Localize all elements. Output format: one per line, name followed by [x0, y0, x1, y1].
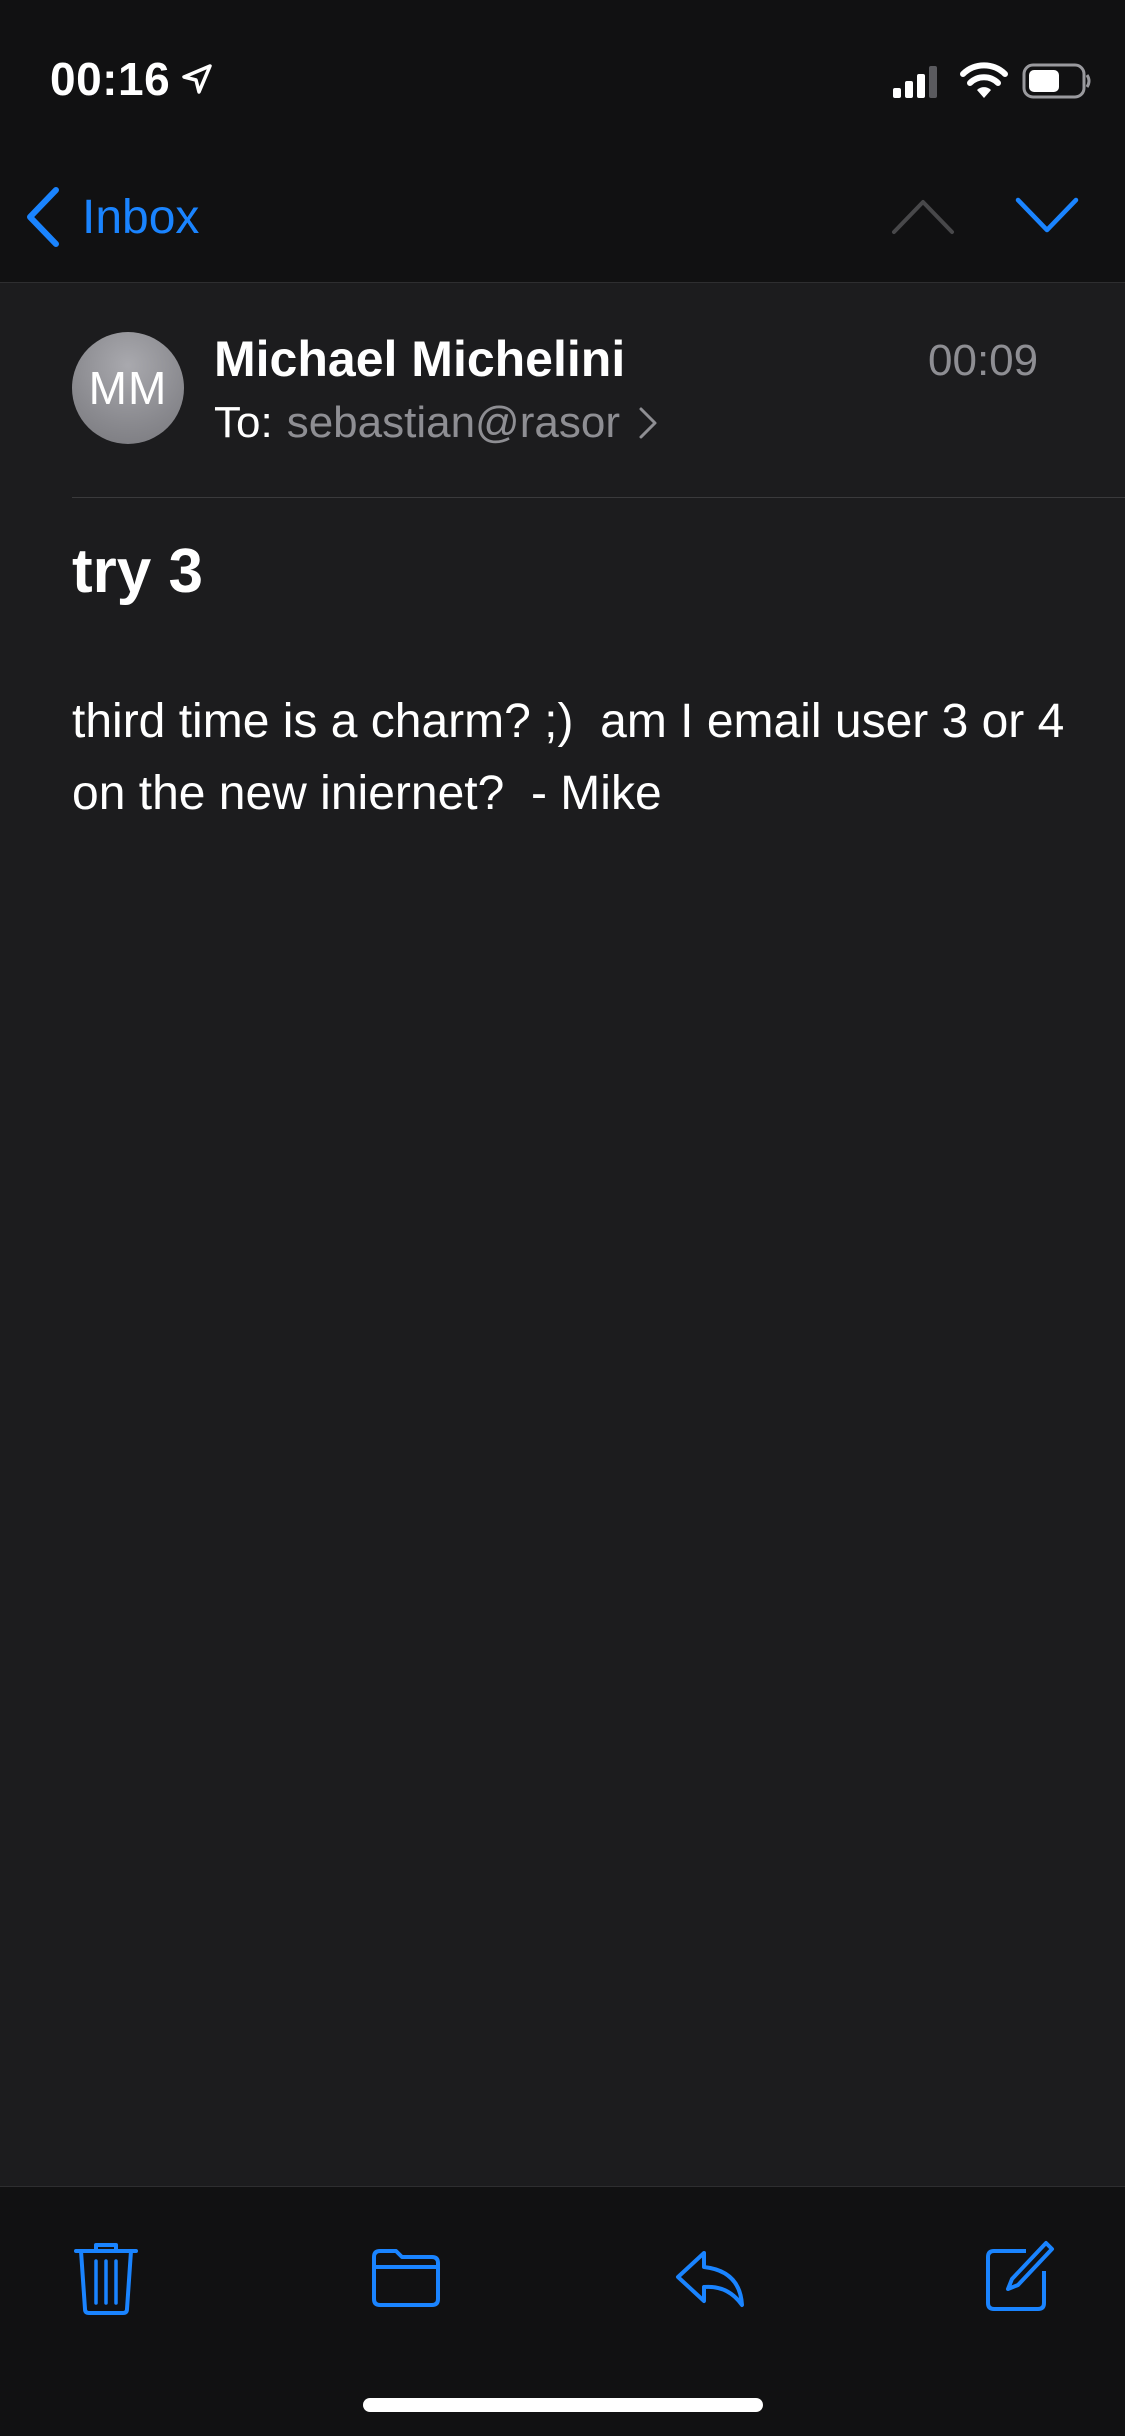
chevron-left-icon	[27, 187, 59, 247]
battery-icon	[1022, 63, 1091, 99]
top-bar: 00:16 Inbox	[0, 0, 1125, 283]
compose-icon	[986, 2241, 1054, 2311]
back-to-inbox-button[interactable]: Inbox	[24, 186, 199, 248]
trash-icon	[74, 2243, 138, 2315]
reply-icon	[676, 2251, 744, 2307]
header-divider	[72, 497, 1125, 498]
back-button-label: Inbox	[82, 190, 200, 244]
recipient-line[interactable]: To: sebastian@rasor	[214, 398, 658, 448]
chevron-down-icon[interactable]	[1014, 196, 1080, 236]
wifi-icon	[960, 62, 1008, 98]
cellular-signal-icon	[893, 66, 937, 98]
location-arrow-icon	[182, 64, 212, 94]
chevron-up-icon[interactable]	[890, 196, 956, 236]
folder-icon	[372, 2249, 440, 2307]
reply-button[interactable]	[670, 2237, 750, 2317]
chevron-right-icon	[639, 407, 657, 439]
mail-message-screen: 00:16 Inbox MM Michael Michelini 00:09 T…	[0, 0, 1125, 2436]
delete-button[interactable]	[66, 2237, 146, 2317]
message-subject: try 3	[72, 537, 203, 606]
message-time: 00:09	[928, 336, 1039, 385]
message-body: third time is a charm? ;) am I email use…	[72, 695, 1078, 820]
compose-button[interactable]	[976, 2237, 1056, 2317]
move-to-folder-button[interactable]	[366, 2237, 446, 2317]
to-label: To:	[214, 398, 273, 447]
sender-name[interactable]: Michael Michelini	[214, 330, 625, 388]
recipient-address: sebastian@rasor	[286, 398, 620, 447]
sender-avatar[interactable]: MM	[72, 332, 184, 444]
status-time: 00:16	[50, 53, 171, 105]
home-indicator[interactable]	[363, 2398, 763, 2412]
